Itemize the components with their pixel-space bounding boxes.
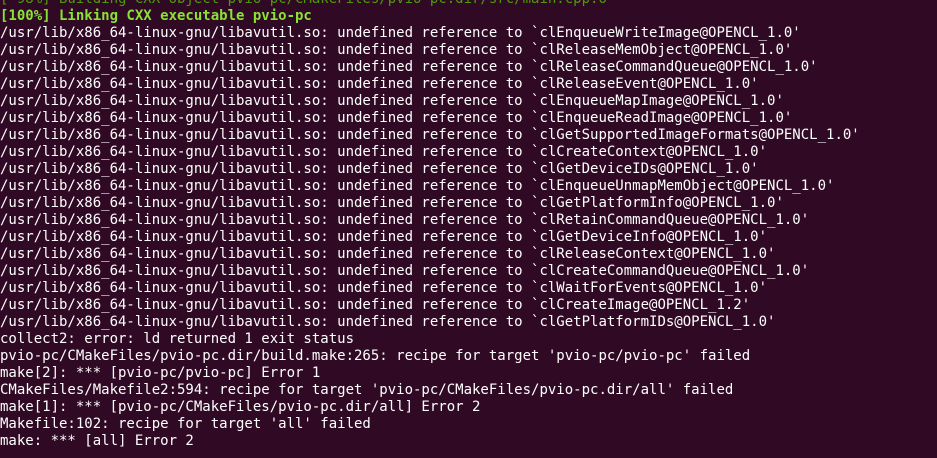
linker-error-line: /usr/lib/x86_64-linux-gnu/libavutil.so: … — [0, 127, 860, 143]
terminal-output: [ 98%] Building CXX object pvio-pc/CMake… — [0, 0, 860, 450]
linker-error-line: /usr/lib/x86_64-linux-gnu/libavutil.so: … — [0, 212, 810, 228]
linker-error-line: /usr/lib/x86_64-linux-gnu/libavutil.so: … — [0, 59, 818, 75]
linker-error-line: /usr/lib/x86_64-linux-gnu/libavutil.so: … — [0, 42, 793, 58]
make-recipe-failed-line: pvio-pc/CMakeFiles/pvio-pc.dir/build.mak… — [0, 348, 751, 364]
linker-error-line: /usr/lib/x86_64-linux-gnu/libavutil.so: … — [0, 25, 801, 41]
make-error-line: make[2]: *** [pvio-pc/pvio-pc] Error 1 — [0, 365, 321, 381]
linker-error-line: /usr/lib/x86_64-linux-gnu/libavutil.so: … — [0, 161, 759, 177]
linker-error-line: /usr/lib/x86_64-linux-gnu/libavutil.so: … — [0, 229, 768, 245]
linker-error-line: /usr/lib/x86_64-linux-gnu/libavutil.so: … — [0, 195, 784, 211]
linker-error-line: /usr/lib/x86_64-linux-gnu/libavutil.so: … — [0, 110, 793, 126]
collect2-error-line: collect2: error: ld returned 1 exit stat… — [0, 331, 355, 347]
linker-error-line: /usr/lib/x86_64-linux-gnu/libavutil.so: … — [0, 76, 759, 92]
make-error-line: make[1]: *** [pvio-pc/CMakeFiles/pvio-pc… — [0, 399, 481, 415]
linker-error-line: /usr/lib/x86_64-linux-gnu/libavutil.so: … — [0, 93, 784, 109]
linker-error-line: /usr/lib/x86_64-linux-gnu/libavutil.so: … — [0, 297, 751, 313]
build-progress-line: [ 98%] Building CXX object pvio-pc/CMake… — [0, 0, 860, 8]
make-error-line: make: *** [all] Error 2 — [0, 433, 194, 449]
make-recipe-failed-line: CMakeFiles/Makefile2:594: recipe for tar… — [0, 382, 734, 398]
link-progress-line: [100%] Linking CXX executable pvio-pc — [0, 8, 312, 24]
linker-error-line: /usr/lib/x86_64-linux-gnu/libavutil.so: … — [0, 144, 768, 160]
make-recipe-failed-line: Makefile:102: recipe for target 'all' fa… — [0, 416, 371, 432]
linker-error-line: /usr/lib/x86_64-linux-gnu/libavutil.so: … — [0, 178, 835, 194]
linker-error-line: /usr/lib/x86_64-linux-gnu/libavutil.so: … — [0, 314, 776, 330]
linker-error-line: /usr/lib/x86_64-linux-gnu/libavutil.so: … — [0, 246, 776, 262]
linker-error-line: /usr/lib/x86_64-linux-gnu/libavutil.so: … — [0, 280, 768, 296]
linker-error-line: /usr/lib/x86_64-linux-gnu/libavutil.so: … — [0, 263, 810, 279]
terminal-window[interactable]: [ 98%] Building CXX object pvio-pc/CMake… — [0, 0, 937, 458]
